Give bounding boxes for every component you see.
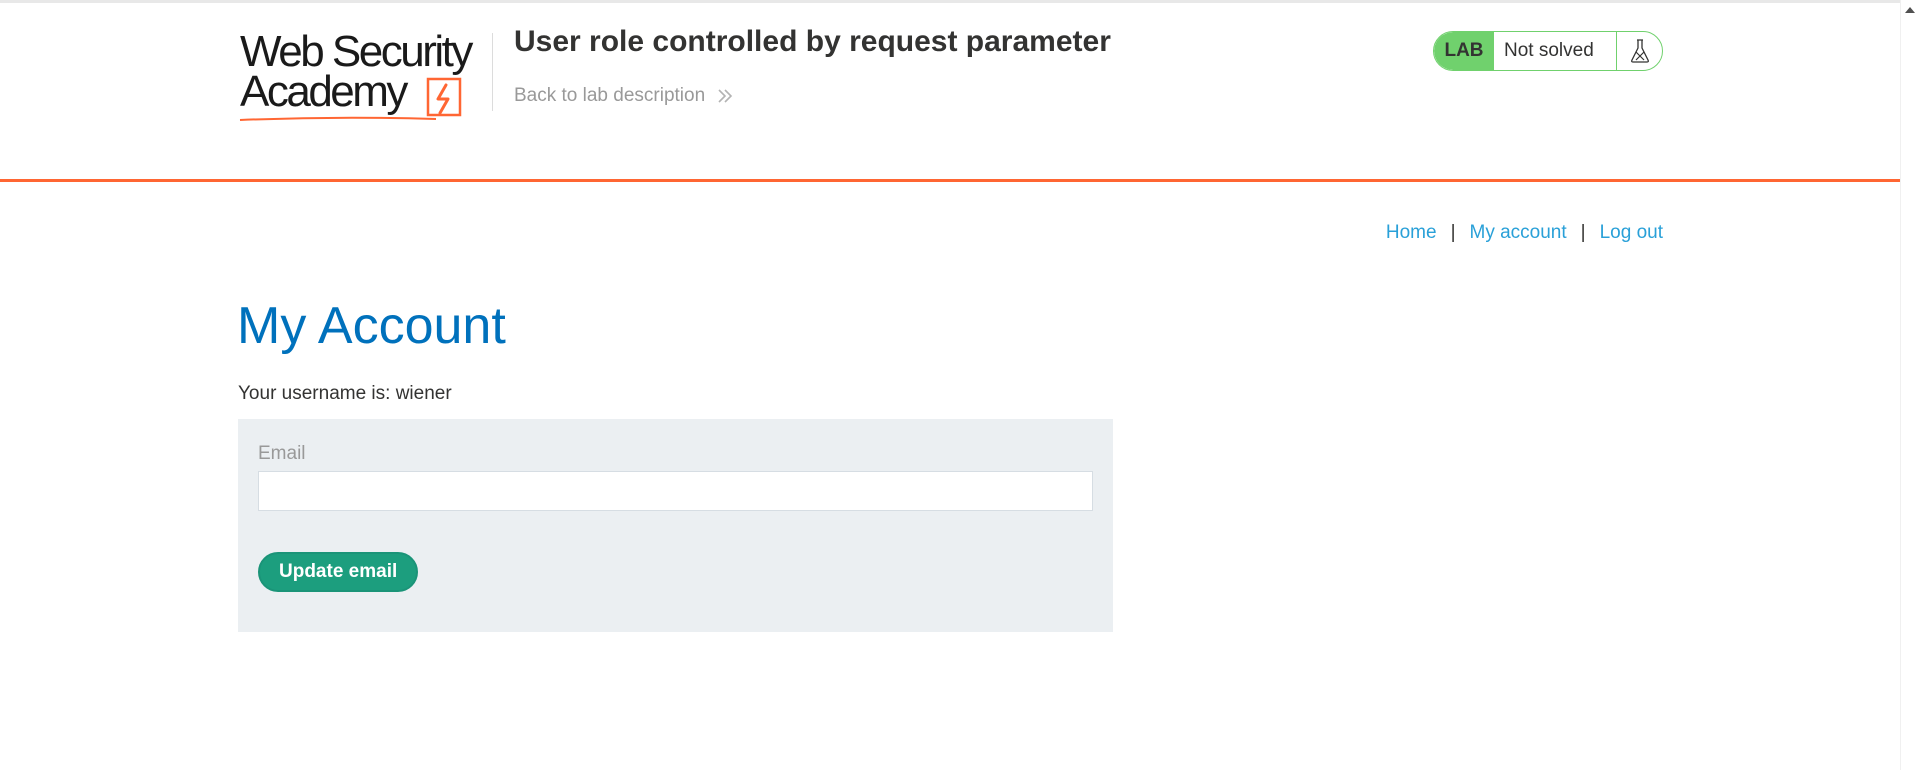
scroll-up-arrow-icon[interactable] bbox=[1905, 7, 1915, 13]
web-security-academy-logo[interactable]: Web Security Academy bbox=[238, 27, 490, 127]
lab-badge: LAB bbox=[1434, 32, 1494, 70]
change-email-form: Email Update email bbox=[238, 419, 1113, 632]
update-email-button[interactable]: Update email bbox=[258, 552, 419, 592]
username-text: Your username is: wiener bbox=[238, 383, 452, 404]
top-nav: Home | My account | Log out bbox=[1386, 222, 1663, 244]
flask-icon[interactable] bbox=[1616, 32, 1662, 70]
back-to-lab-description-link[interactable]: Back to lab description bbox=[514, 85, 733, 107]
email-input[interactable] bbox=[258, 471, 1093, 511]
header-divider bbox=[492, 33, 493, 111]
back-link-label: Back to lab description bbox=[514, 85, 706, 106]
nav-separator: | bbox=[1580, 222, 1586, 243]
nav-log-out-link[interactable]: Log out bbox=[1600, 222, 1663, 244]
page-title: My Account bbox=[237, 297, 506, 355]
logo-underline bbox=[239, 116, 437, 121]
double-chevron-right-icon bbox=[718, 89, 733, 103]
nav-separator: | bbox=[1450, 222, 1456, 243]
lab-header: Web Security Academy User role controlle… bbox=[0, 3, 1900, 182]
nav-home-link[interactable]: Home bbox=[1386, 222, 1437, 244]
lab-title: User role controlled by request paramete… bbox=[514, 25, 1111, 58]
vertical-scrollbar[interactable] bbox=[1900, 0, 1920, 770]
lab-status-text: Not solved bbox=[1504, 40, 1594, 61]
nav-my-account-link[interactable]: My account bbox=[1470, 222, 1567, 244]
lab-status-widget: LAB Not solved bbox=[1433, 31, 1663, 71]
logo-line-2: Academy bbox=[240, 67, 408, 116]
email-label: Email bbox=[258, 443, 306, 464]
